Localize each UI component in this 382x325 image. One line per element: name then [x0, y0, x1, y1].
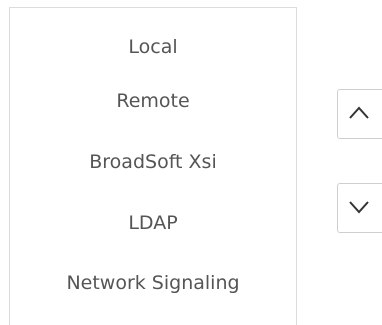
chevron-down-icon — [349, 201, 369, 214]
list-item-ldap[interactable]: LDAP — [10, 211, 296, 235]
list-item-network-signaling[interactable]: Network Signaling — [10, 271, 296, 295]
move-up-button[interactable] — [337, 89, 382, 139]
list-item-remote[interactable]: Remote — [10, 89, 296, 113]
list-item-broadsoft-xsi[interactable]: BroadSoft Xsi — [10, 150, 296, 174]
chevron-up-icon — [349, 106, 369, 119]
directory-source-list[interactable]: Local Remote BroadSoft Xsi LDAP Network … — [9, 7, 297, 325]
move-down-button[interactable] — [337, 183, 382, 233]
list-item-local[interactable]: Local — [10, 35, 296, 59]
